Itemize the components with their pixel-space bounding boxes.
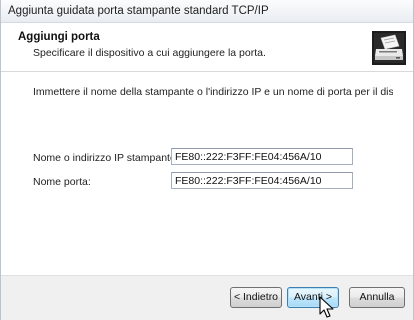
wizard-footer: < Indietro Avanti > Annulla [1,275,413,320]
ip-address-field[interactable]: FE80::222:F3FF:FE04:456A/10 [171,148,353,165]
page-subtitle: Specificare il dispositivo a cui aggiung… [33,47,266,59]
page-title: Aggiungi porta [18,31,100,43]
port-name-field[interactable]: FE80::222:F3FF:FE04:456A/10 [171,172,353,189]
printer-icon [372,31,406,65]
wizard-window: Aggiunta guidata porta stampante standar… [0,0,414,320]
title-bar[interactable]: Aggiunta guidata porta stampante standar… [1,0,413,23]
cancel-button[interactable]: Annulla [349,287,405,308]
wizard-content: Immettere il nome della stampante o l'in… [1,72,413,276]
wizard-header: Aggiungi porta Specificare il dispositiv… [1,23,413,72]
ip-label: Nome o indirizzo IP stampante: [33,152,179,164]
mouse-cursor-icon [319,296,334,318]
window-title: Aggiunta guidata porta stampante standar… [8,5,269,17]
port-name-label: Nome porta: [33,176,91,188]
back-button[interactable]: < Indietro [230,287,282,308]
instruction-text: Immettere il nome della stampante o l'in… [33,86,393,98]
